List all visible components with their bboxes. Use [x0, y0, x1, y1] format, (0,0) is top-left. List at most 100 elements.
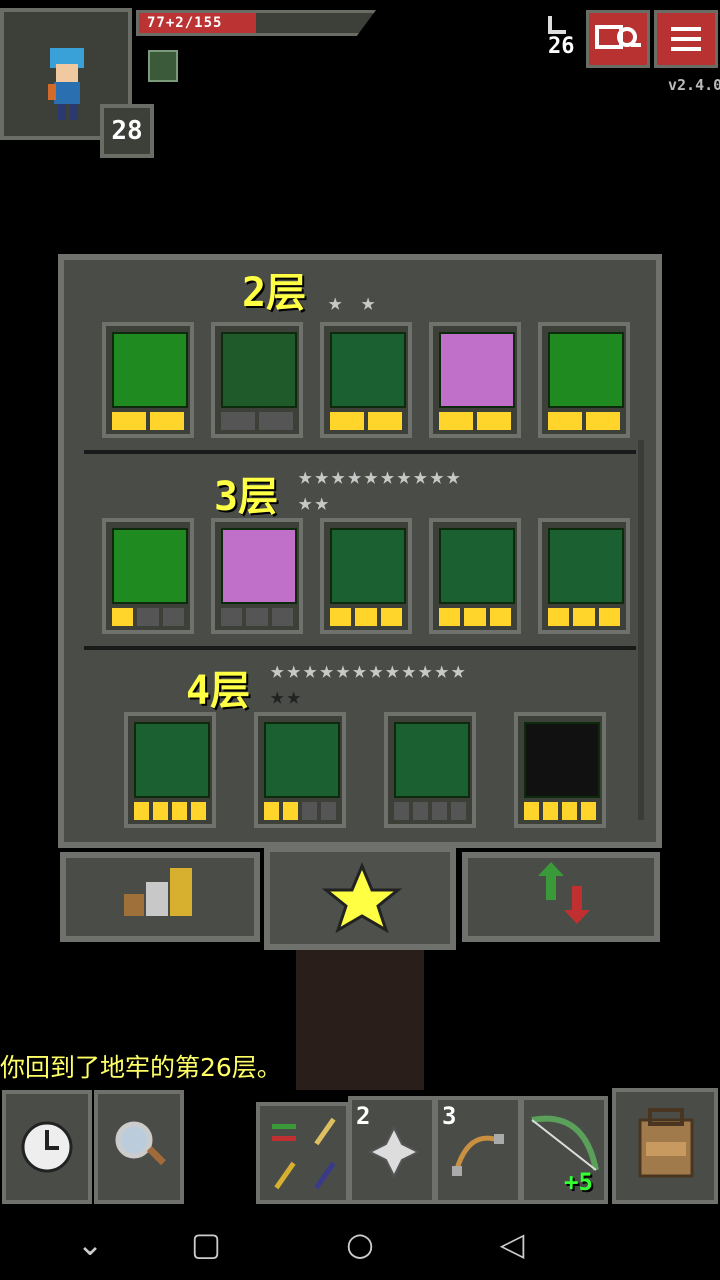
badge-pip — [439, 608, 461, 626]
back-icon[interactable]: ◁ — [472, 1208, 552, 1280]
quickslot-1[interactable]: 2 — [348, 1096, 436, 1204]
dungeon-floor — [296, 950, 424, 1090]
badge-pip — [548, 412, 582, 430]
badge-pip — [221, 608, 243, 626]
badge-pip — [221, 412, 255, 430]
badge-progress — [112, 412, 184, 430]
badge-pip — [598, 608, 620, 626]
badge-pip — [543, 802, 558, 820]
badge[interactable] — [429, 518, 521, 634]
scrollbar[interactable] — [638, 440, 644, 820]
badge[interactable] — [211, 322, 303, 438]
dark-wand-icon[interactable] — [306, 1156, 342, 1196]
badge-pip — [330, 412, 364, 430]
floor-title: 4层 — [186, 668, 251, 714]
badge-pip — [586, 412, 620, 430]
badge-pip — [464, 608, 486, 626]
badge-pip — [259, 412, 293, 430]
up-down-arrows-icon — [538, 862, 590, 924]
badge-pip — [524, 802, 539, 820]
badge-pip — [562, 802, 577, 820]
badge-progress — [330, 412, 402, 430]
badge[interactable] — [538, 322, 630, 438]
badge[interactable] — [320, 518, 412, 634]
badge[interactable] — [102, 322, 194, 438]
badges-scroll-area[interactable]: 2层 ★ ★ 3层 ★★★★★★★★★★ ★★ 4层 ★★★★★★★★★★★★ … — [84, 274, 636, 832]
badge-pip — [432, 802, 447, 820]
recent-apps-icon[interactable]: ▢ — [166, 1208, 246, 1280]
row-divider — [84, 646, 636, 650]
wait-button[interactable] — [2, 1090, 92, 1204]
floor-title: 2层 — [242, 274, 307, 316]
stats-tab[interactable] — [60, 852, 260, 942]
badge-pip — [355, 608, 377, 626]
badge-pip — [112, 412, 146, 430]
gold-wand-icon[interactable] — [266, 1156, 302, 1196]
quickslot-2[interactable]: 3 — [434, 1096, 522, 1204]
badge[interactable] — [514, 712, 606, 828]
menu-icon — [671, 27, 701, 51]
floor-stars: ★★★★★★★★★★★★ — [270, 656, 468, 684]
bow-skull-badge-icon — [394, 722, 470, 798]
quickslot-upgrade: +5 — [564, 1168, 593, 1196]
pink-skull-badge-icon — [439, 332, 515, 408]
badge[interactable] — [320, 322, 412, 438]
badge-pip — [162, 608, 184, 626]
badge-pip — [153, 802, 168, 820]
chevron-down-icon[interactable]: ⌄ — [50, 1208, 130, 1280]
row-divider — [84, 450, 636, 454]
badge-progress — [439, 608, 511, 626]
tree-ring-badge-icon — [548, 528, 624, 604]
hp-text: 77+2/155 — [147, 15, 223, 31]
badge-pip — [172, 802, 187, 820]
badge[interactable] — [124, 712, 216, 828]
swap-icon[interactable] — [266, 1112, 302, 1152]
badge[interactable] — [384, 712, 476, 828]
badge-pip — [380, 608, 402, 626]
badges-tab[interactable] — [264, 846, 456, 950]
buff-icon[interactable] — [148, 50, 178, 82]
menu-button[interactable] — [654, 10, 718, 68]
badge-pip — [477, 412, 511, 430]
badge-progress — [221, 412, 293, 430]
clock-magic-badge-icon — [112, 332, 188, 408]
home-icon[interactable]: ○ — [320, 1208, 400, 1280]
rankings-tab[interactable] — [462, 852, 660, 942]
version-label: v2.4.0 — [668, 76, 720, 94]
floor-title: 3层 — [214, 474, 279, 520]
floor-stars: ★★★★★★★★★★ — [298, 462, 463, 490]
badge-pip — [394, 802, 409, 820]
journal-button[interactable] — [586, 10, 650, 68]
badge[interactable] — [254, 712, 346, 828]
search-journal-icon — [595, 25, 641, 49]
badge-pip — [368, 412, 402, 430]
backpack-button[interactable] — [612, 1088, 718, 1204]
badge-pip — [137, 608, 159, 626]
floor-stars-row2: ★★ — [270, 682, 303, 710]
badge-row — [102, 322, 630, 442]
badge-progress — [548, 412, 620, 430]
wand-icon[interactable] — [306, 1112, 342, 1152]
badge-pip — [112, 608, 134, 626]
badge-progress — [548, 608, 620, 626]
badge-pip — [489, 608, 511, 626]
badge[interactable] — [102, 518, 194, 634]
stairs-icon — [548, 16, 566, 34]
clock-icon — [21, 1121, 73, 1173]
tree-shield-badge-icon — [439, 528, 515, 604]
quickslot-3[interactable]: +5 — [520, 1096, 608, 1204]
bow-purple-arrow-badge-icon — [264, 722, 340, 798]
badge-progress — [524, 802, 596, 820]
depth-indicator: 26 — [548, 16, 575, 59]
badge-pip — [271, 608, 293, 626]
quickslot-swap-panel[interactable] — [256, 1102, 350, 1204]
badge-row — [124, 712, 606, 832]
badge[interactable] — [211, 518, 303, 634]
search-button[interactable] — [94, 1090, 184, 1204]
badge[interactable] — [429, 322, 521, 438]
green-weapon-badge-icon — [548, 332, 624, 408]
badge[interactable] — [538, 518, 630, 634]
badge-pip — [413, 802, 428, 820]
tree-badge-icon — [330, 332, 406, 408]
badge-progress — [439, 412, 511, 430]
